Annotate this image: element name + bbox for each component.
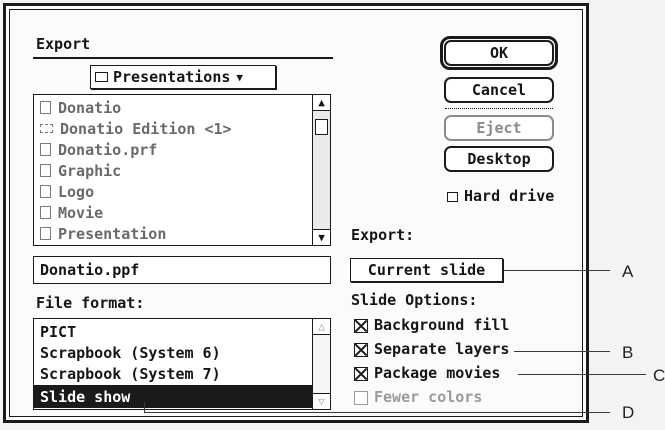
format-list-item[interactable]: PICT <box>34 321 312 342</box>
cancel-button[interactable]: Cancel <box>444 77 554 103</box>
callout-line-a <box>504 270 610 271</box>
callout-label-a: A <box>622 262 634 281</box>
separate-layers-label[interactable]: Separate layers <box>374 340 509 358</box>
title-divider <box>33 57 333 59</box>
folder-popup[interactable]: Presentations ▼ <box>90 65 276 89</box>
document-icon <box>40 185 51 198</box>
scroll-thumb[interactable] <box>315 119 328 135</box>
document-icon <box>40 206 51 219</box>
filename-field[interactable]: Donatio.ppf <box>33 256 331 284</box>
edition-icon <box>40 124 53 133</box>
scroll-down-arrow-icon[interactable]: ▽ <box>313 393 330 409</box>
file-list-scrollbar[interactable]: ▲ ▼ <box>312 95 330 245</box>
scroll-down-arrow-icon[interactable]: ▼ <box>313 229 330 245</box>
document-icon <box>40 101 51 114</box>
desktop-button[interactable]: Desktop <box>444 146 554 172</box>
hard-drive-icon <box>447 192 458 202</box>
dialog-title: Export <box>36 35 91 53</box>
separate-layers-checkbox[interactable] <box>354 343 368 357</box>
file-list-item[interactable]: Donatio Edition <1> <box>34 118 312 139</box>
file-list-item[interactable]: Donatio <box>34 97 312 118</box>
callout-label-c: C <box>653 366 665 385</box>
format-list-scrollbar[interactable]: △ ▽ <box>312 319 330 409</box>
popup-triangle-icon: ▼ <box>236 70 244 84</box>
file-format-label: File format: <box>36 294 145 312</box>
folder-icon <box>95 72 108 82</box>
slide-options-label: Slide Options: <box>351 291 478 309</box>
callout-line-d <box>144 412 610 413</box>
fewer-colors-label[interactable]: Fewer colors <box>374 388 482 406</box>
callout-label-b: B <box>622 343 634 362</box>
background-fill-label[interactable]: Background fill <box>374 316 509 334</box>
callout-line-d-vertical <box>144 402 145 412</box>
document-icon <box>40 164 51 177</box>
export-label: Export: <box>351 226 415 244</box>
eject-button[interactable]: Eject <box>444 115 554 141</box>
button-separator <box>445 108 553 109</box>
format-list-item[interactable]: Scrapbook (System 7) <box>34 363 312 384</box>
file-list-item[interactable]: Movie <box>34 202 312 223</box>
scroll-up-arrow-icon[interactable]: △ <box>313 319 330 335</box>
package-movies-label[interactable]: Package movies <box>374 364 500 382</box>
export-scope-popup[interactable]: Current slide <box>350 258 503 282</box>
scroll-up-arrow-icon[interactable]: ▲ <box>313 95 330 111</box>
callout-label-d: D <box>622 403 635 422</box>
document-icon <box>40 143 51 156</box>
format-list-item[interactable]: Scrapbook (System 6) <box>34 342 312 363</box>
fewer-colors-checkbox[interactable] <box>354 391 368 405</box>
file-list-item[interactable]: Presentation <box>34 223 312 244</box>
callout-line-c <box>518 374 646 375</box>
file-format-list[interactable]: PICT Scrapbook (System 6) Scrapbook (Sys… <box>33 318 331 410</box>
file-list-item[interactable]: Graphic <box>34 160 312 181</box>
volume-label: Hard drive <box>447 187 554 205</box>
background-fill-checkbox[interactable] <box>354 319 368 333</box>
file-list-item[interactable]: Donatio.prf <box>34 139 312 160</box>
package-movies-checkbox[interactable] <box>354 367 368 381</box>
format-list-item-selected[interactable]: Slide show <box>34 385 312 408</box>
folder-popup-label: Presentations <box>113 68 231 86</box>
file-list-item[interactable]: Logo <box>34 181 312 202</box>
file-list[interactable]: Donatio Donatio Edition <1> Donatio.prf … <box>33 94 331 246</box>
callout-line-b <box>514 351 610 352</box>
ok-button[interactable]: OK <box>444 40 554 66</box>
document-icon <box>40 227 51 240</box>
